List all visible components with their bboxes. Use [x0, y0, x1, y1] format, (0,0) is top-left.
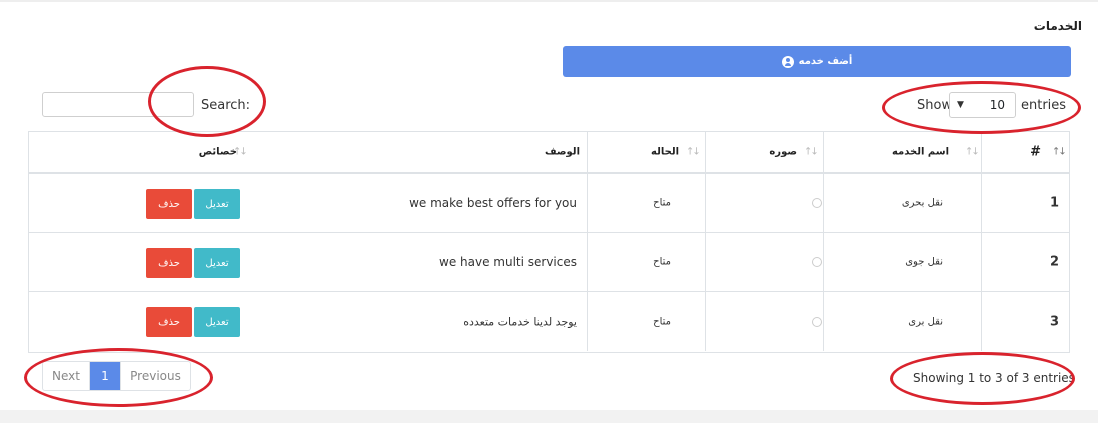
actions-cell: حذف تعديل يوجد لدينا خدمات متعدده [29, 292, 587, 351]
header-number[interactable]: # ↑↓ [981, 132, 1069, 172]
actions-cell: حذف تعديل we make best offers for you [29, 174, 587, 232]
sort-icon: ↑↓ [804, 146, 819, 158]
status-cell: متاح [587, 292, 705, 351]
header-status[interactable]: الحاله ↑↓ [587, 132, 705, 172]
description-cell: we have multi services [439, 255, 577, 269]
table-row: حذف تعديل we make best offers for you مت… [29, 174, 1069, 233]
sort-icon: ↑↓ [233, 146, 248, 158]
row-number-cell: 1 [981, 174, 1069, 232]
image-cell [705, 292, 823, 351]
image-radio[interactable] [812, 316, 822, 327]
service-name-cell: نقل جوى [823, 233, 981, 291]
annotation-ellipse-pagination [24, 348, 213, 407]
add-service-label: أضف خدمه [798, 56, 853, 67]
image-radio[interactable] [812, 198, 822, 208]
service-name-cell: نقل بحرى [823, 174, 981, 232]
delete-button[interactable]: حذف [146, 248, 192, 278]
image-cell [705, 233, 823, 291]
description-cell: we make best offers for you [409, 196, 577, 210]
user-circle-icon [781, 55, 794, 68]
delete-button[interactable]: حذف [146, 307, 192, 337]
status-cell: متاح [587, 174, 705, 232]
header-properties[interactable]: خصائص ↑↓ [29, 132, 587, 172]
sort-icon: ↑↓ [965, 146, 980, 158]
annotation-ellipse-length [882, 81, 1081, 134]
page-title: الخدمات [1033, 19, 1082, 33]
image-cell [705, 174, 823, 232]
annotation-ellipse-info [890, 352, 1075, 405]
service-name-cell: نقل برى [823, 292, 981, 351]
description-cell: يوجد لدينا خدمات متعدده [463, 315, 577, 328]
table-header-row: خصائص ↑↓ الوصف ↑↓ الحاله ↑↓ صوره ↑↓ اسم … [29, 132, 1069, 174]
table-row: حذف تعديل we have multi services متاح نق… [29, 233, 1069, 292]
edit-button[interactable]: تعديل [194, 248, 240, 278]
edit-button[interactable]: تعديل [194, 189, 240, 219]
row-number-cell: 2 [981, 233, 1069, 291]
actions-cell: حذف تعديل we have multi services [29, 233, 587, 291]
top-divider [0, 0, 1098, 2]
services-table: خصائص ↑↓ الوصف ↑↓ الحاله ↑↓ صوره ↑↓ اسم … [28, 131, 1070, 353]
delete-button[interactable]: حذف [146, 189, 192, 219]
annotation-ellipse-search [148, 66, 266, 137]
header-service-name[interactable]: اسم الخدمه ↑↓ [823, 132, 981, 172]
sort-asc-icon: ↑↓ [1052, 146, 1067, 158]
footer-band [0, 410, 1098, 423]
sort-icon: ↑↓ [686, 146, 701, 158]
table-row: حذف تعديل يوجد لدينا خدمات متعدده متاح ن… [29, 292, 1069, 351]
add-service-button[interactable]: أضف خدمه [563, 46, 1071, 77]
status-cell: متاح [587, 233, 705, 291]
edit-button[interactable]: تعديل [194, 307, 240, 337]
row-number-cell: 3 [981, 292, 1069, 351]
image-radio[interactable] [812, 257, 822, 267]
header-image[interactable]: صوره ↑↓ [705, 132, 823, 172]
